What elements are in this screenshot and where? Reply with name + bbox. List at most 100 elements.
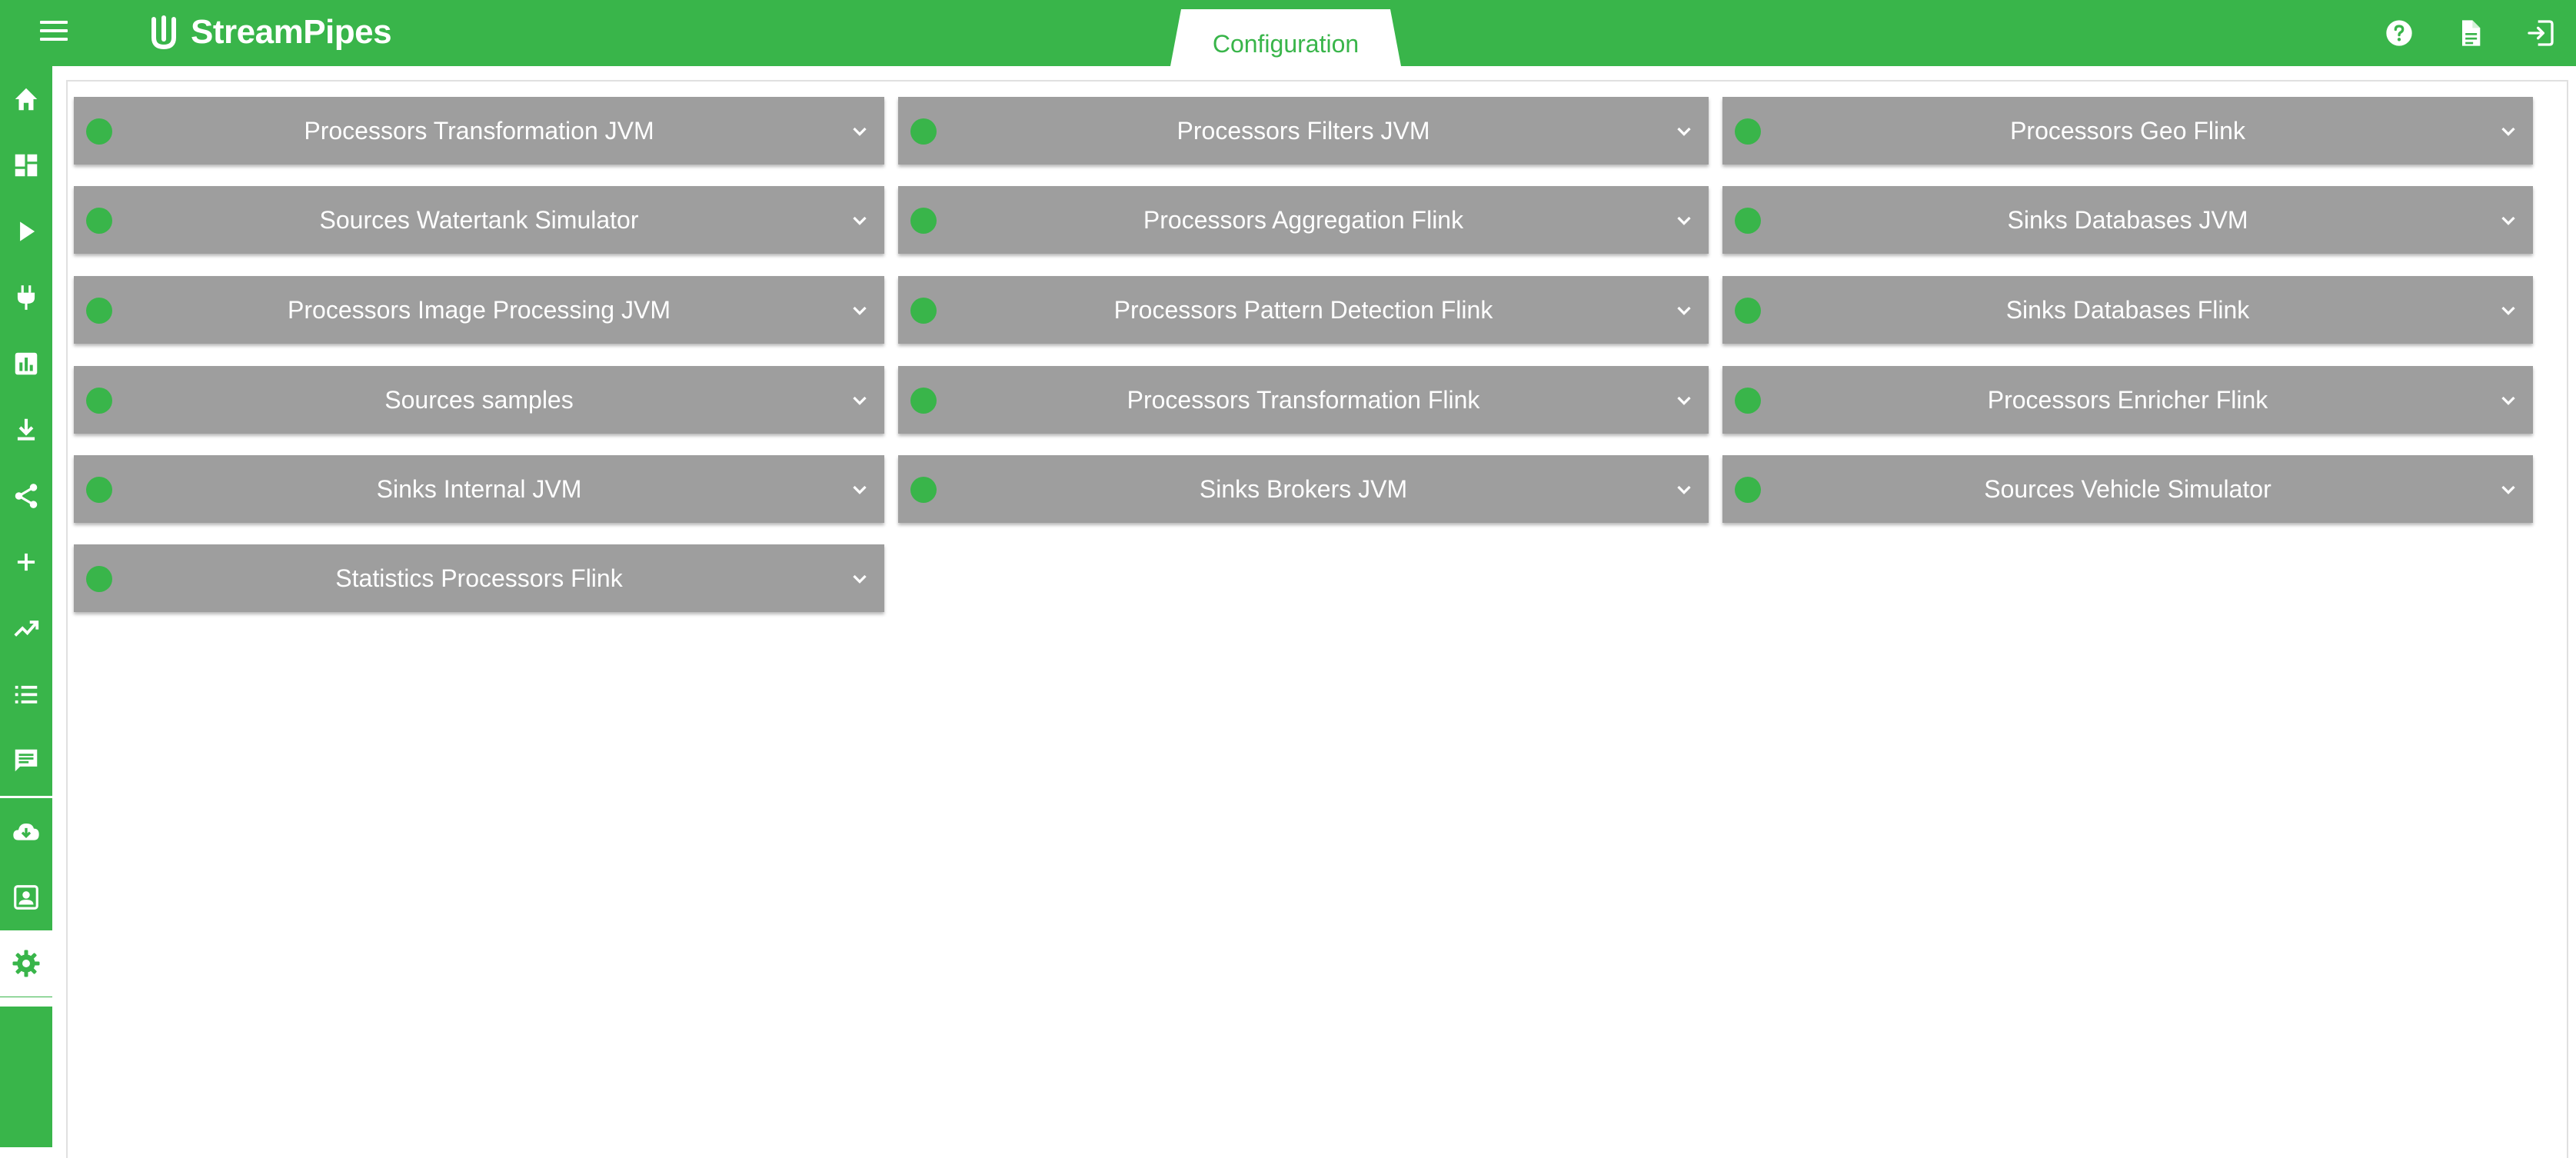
chevron-down-icon[interactable] [2494,296,2522,324]
tab-label: Configuration [1212,29,1360,58]
play-icon [20,221,35,241]
service-title: Processors Transformation JVM [304,116,654,145]
service-panel[interactable]: Processors Transformation Flink [898,366,1709,434]
service-title: Processors Pattern Detection Flink [1113,295,1493,324]
app-logo[interactable]: StreamPipes [143,9,392,55]
service-title: Processors Enricher Flink [1987,385,2268,414]
status-indicator-icon [1735,208,1761,234]
sidebar-item-trends[interactable] [0,595,52,661]
service-panel[interactable]: Sources Watertank Simulator [74,186,884,254]
sidebar-item-pipelines[interactable] [0,198,52,265]
configuration-panel-area: Processors Transformation JVM Processors… [66,80,2568,1158]
chevron-down-icon[interactable] [2494,386,2522,414]
status-indicator-icon [910,298,937,324]
bar-chart-icon [15,352,38,375]
chevron-down-icon[interactable] [846,475,874,503]
top-toolbar: StreamPipes Configuration [0,0,2576,66]
status-indicator-icon [86,477,112,503]
service-title: Sinks Databases JVM [2007,205,2248,234]
share-icon [15,484,38,508]
sidebar-item-analytics[interactable] [0,331,52,397]
chevron-down-icon[interactable] [2494,117,2522,145]
chevron-down-icon[interactable] [2494,206,2522,234]
sidebar-item-connect[interactable] [0,265,52,331]
status-indicator-icon [86,208,112,234]
help-button[interactable] [2364,0,2435,66]
status-indicator-icon [910,388,937,414]
chat-icon [15,749,38,772]
chevron-down-icon[interactable] [1670,475,1698,503]
dashboard-icon [15,154,38,177]
service-panel[interactable]: Processors Image Processing JVM [74,276,884,344]
service-panel[interactable]: Processors Filters JVM [898,97,1709,165]
status-indicator-icon [910,118,937,145]
service-title: Sinks Databases Flink [2005,295,2250,324]
sidebar-item-home[interactable] [0,66,52,132]
service-panel[interactable]: Processors Transformation JVM [74,97,884,165]
service-panel[interactable]: Sinks Internal JVM [74,455,884,523]
help-icon [2386,20,2412,46]
sidebar-item-share[interactable] [0,463,52,529]
service-panel[interactable]: Sources Vehicle Simulator [1722,455,2533,523]
chevron-down-icon[interactable] [1670,117,1698,145]
status-indicator-icon [86,118,112,145]
service-panel[interactable]: Sinks Databases Flink [1722,276,2533,344]
status-indicator-icon [86,298,112,324]
chevron-down-icon[interactable] [846,564,874,592]
chevron-down-icon[interactable] [2494,475,2522,503]
sidebar-footer-bar [0,997,52,1007]
home-icon [15,88,38,111]
sidebar [0,66,52,1147]
list-icon [15,685,38,704]
app-name: StreamPipes [191,13,392,51]
sidebar-item-add[interactable] [0,529,52,595]
status-indicator-icon [1735,118,1761,145]
chevron-down-icon[interactable] [846,386,874,414]
status-indicator-icon [1735,388,1761,414]
chevron-down-icon[interactable] [1670,296,1698,324]
cloud-download-icon [13,824,39,840]
service-panel[interactable]: Processors Enricher Flink [1722,366,2533,434]
service-panel[interactable]: Sources samples [74,366,884,434]
logout-icon [2528,20,2554,46]
chevron-down-icon[interactable] [1670,206,1698,234]
service-title: Processors Aggregation Flink [1143,205,1464,234]
service-panel[interactable]: Statistics Processors Flink [74,544,884,612]
sidebar-item-notifications[interactable] [0,727,52,794]
settings-icon [12,950,40,977]
chevron-down-icon[interactable] [846,206,874,234]
sidebar-item-profile[interactable] [0,864,52,930]
service-panel[interactable]: Processors Aggregation Flink [898,186,1709,254]
sidebar-item-assets[interactable] [0,798,52,864]
service-title: Sources Vehicle Simulator [1984,474,2271,503]
service-title: Processors Geo Flink [2010,116,2245,145]
chevron-down-icon[interactable] [1670,386,1698,414]
status-indicator-icon [1735,298,1761,324]
service-panel[interactable]: Processors Geo Flink [1722,97,2533,165]
service-panel[interactable]: Sinks Brokers JVM [898,455,1709,523]
service-panel[interactable]: Sinks Databases JVM [1722,186,2533,254]
sidebar-item-configuration[interactable] [0,930,52,997]
status-indicator-icon [910,477,937,503]
trending-up-icon [14,621,39,637]
service-title: Processors Image Processing JVM [288,295,671,324]
status-indicator-icon [86,566,112,592]
docs-button[interactable] [2435,0,2505,66]
account-box-icon [14,885,38,910]
chevron-down-icon[interactable] [846,296,874,324]
sidebar-item-install[interactable] [0,397,52,463]
plus-icon [17,553,35,571]
chevron-down-icon[interactable] [846,117,874,145]
status-indicator-icon [86,388,112,414]
streampipes-logo-icon [151,15,176,50]
logout-button[interactable] [2505,0,2576,66]
service-panel[interactable]: Processors Pattern Detection Flink [898,276,1709,344]
menu-icon[interactable] [40,21,68,44]
document-icon [2462,20,2481,46]
service-title: Processors Transformation Flink [1127,385,1480,414]
sidebar-item-dashboard[interactable] [0,132,52,198]
service-title: Sources Watertank Simulator [319,205,639,234]
sidebar-item-list[interactable] [0,661,52,727]
plug-icon [17,285,35,310]
tab-configuration[interactable]: Configuration [1170,9,1401,66]
